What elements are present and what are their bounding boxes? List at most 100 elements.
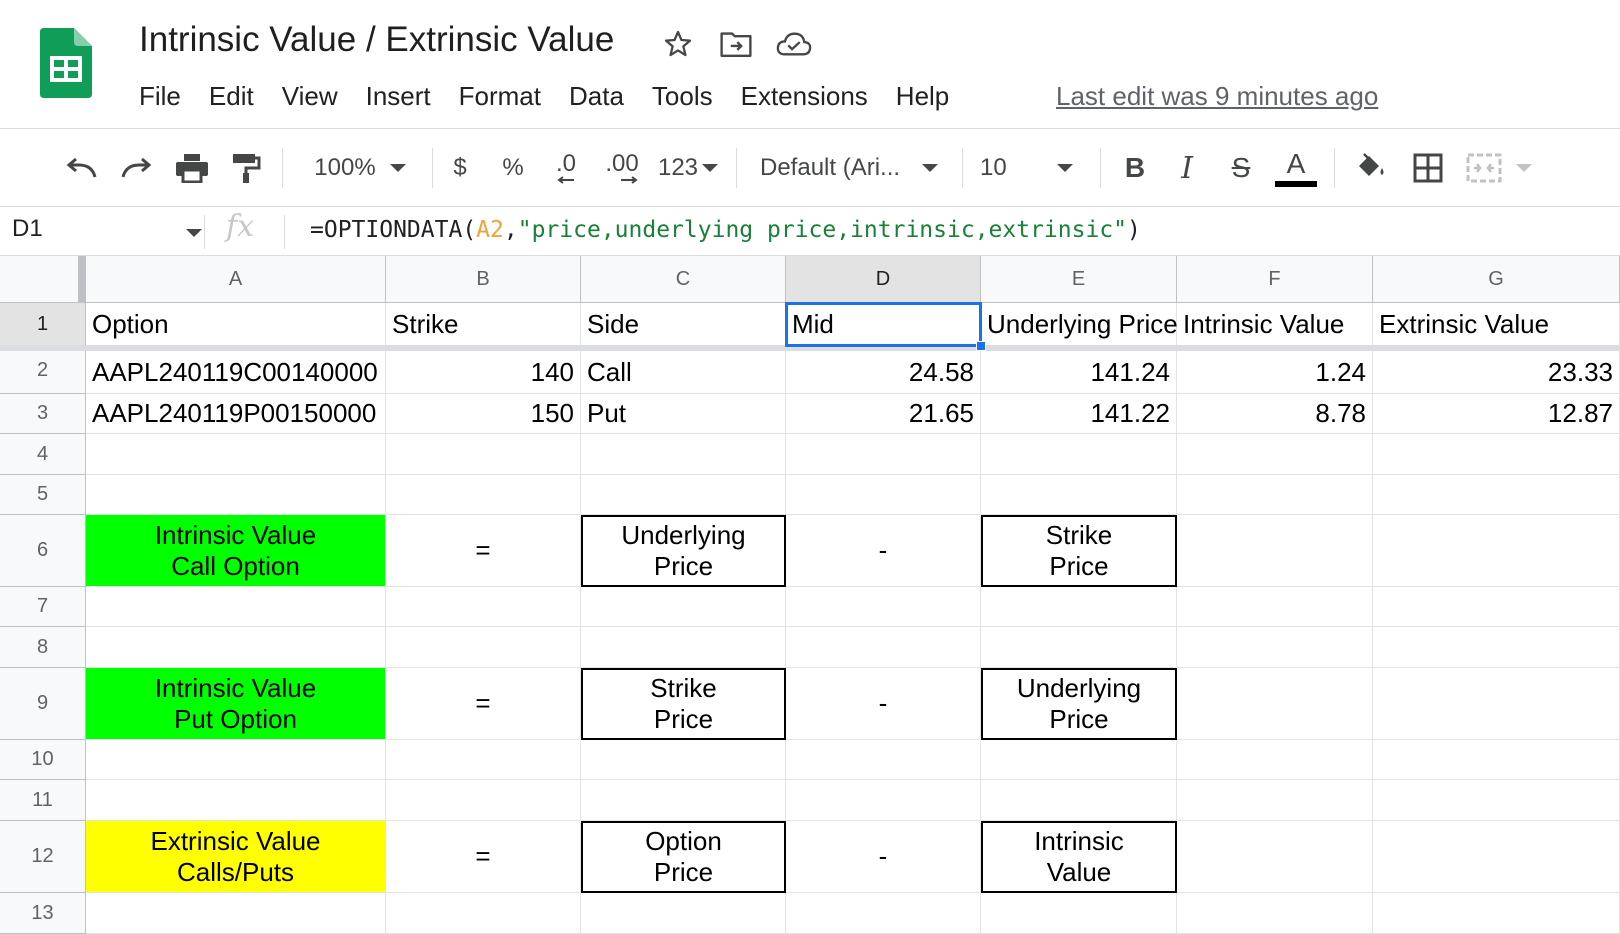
cell-f6[interactable] (1177, 515, 1373, 587)
cell-f1[interactable]: Intrinsic Value (1177, 303, 1373, 347)
column-header-f[interactable]: F (1177, 256, 1373, 303)
column-header-a[interactable]: A (86, 256, 386, 303)
menu-file[interactable]: File (139, 81, 181, 112)
cell-g6[interactable] (1373, 515, 1620, 587)
row-header-9[interactable]: 9 (0, 668, 86, 740)
cell-b3[interactable]: 150 (386, 394, 581, 434)
redo-icon[interactable] (114, 140, 158, 196)
cell-e13[interactable] (981, 893, 1177, 934)
cell-a10[interactable] (86, 740, 386, 780)
cell-e8[interactable] (981, 627, 1177, 668)
cell-b2[interactable]: 140 (386, 351, 581, 394)
cell-a9[interactable]: Intrinsic Value Put Option (86, 668, 386, 740)
cell-e9[interactable]: Underlying Price (981, 668, 1177, 740)
row-header-4[interactable]: 4 (0, 434, 86, 475)
cell-g11[interactable] (1373, 780, 1620, 821)
select-all-corner[interactable] (0, 256, 86, 303)
row-header-12[interactable]: 12 (0, 821, 86, 893)
cell-d1[interactable]: Mid (786, 303, 981, 347)
cell-f3[interactable]: 8.78 (1177, 394, 1373, 434)
cell-c12[interactable]: Option Price (581, 821, 786, 893)
cell-a12[interactable]: Extrinsic Value Calls/Puts (86, 821, 386, 893)
cell-b4[interactable] (386, 434, 581, 475)
cell-f11[interactable] (1177, 780, 1373, 821)
cell-g5[interactable] (1373, 475, 1620, 515)
cell-d9[interactable]: - (786, 668, 981, 740)
cell-b9[interactable]: = (386, 668, 581, 740)
row-header-10[interactable]: 10 (0, 740, 86, 780)
cell-c8[interactable] (581, 627, 786, 668)
cell-c13[interactable] (581, 893, 786, 934)
row-header-2[interactable]: 2 (0, 347, 86, 394)
borders-icon[interactable] (1406, 140, 1450, 196)
row-header-7[interactable]: 7 (0, 587, 86, 627)
cell-d5[interactable] (786, 475, 981, 515)
cell-c4[interactable] (581, 434, 786, 475)
cell-d4[interactable] (786, 434, 981, 475)
cell-d11[interactable] (786, 780, 981, 821)
strikethrough-button[interactable]: S (1220, 140, 1262, 196)
cell-a5[interactable] (86, 475, 386, 515)
cell-a2[interactable]: AAPL240119C00140000 (86, 351, 386, 394)
cell-b8[interactable] (386, 627, 581, 668)
chevron-down-icon[interactable] (186, 229, 202, 237)
row-header-5[interactable]: 5 (0, 475, 86, 515)
cell-f13[interactable] (1177, 893, 1373, 934)
cell-g7[interactable] (1373, 587, 1620, 627)
cell-c3[interactable]: Put (581, 394, 786, 434)
cell-c11[interactable] (581, 780, 786, 821)
cell-c5[interactable] (581, 475, 786, 515)
cell-g1[interactable]: Extrinsic Value (1373, 303, 1620, 347)
star-icon[interactable] (656, 24, 700, 64)
cell-c7[interactable] (581, 587, 786, 627)
currency-format-button[interactable]: $ (446, 140, 474, 196)
cell-b10[interactable] (386, 740, 581, 780)
move-to-folder-icon[interactable] (714, 24, 758, 64)
fill-color-icon[interactable] (1350, 140, 1394, 196)
menu-tools[interactable]: Tools (652, 81, 713, 112)
zoom-select[interactable]: 100% (300, 140, 420, 196)
cell-e11[interactable] (981, 780, 1177, 821)
document-title[interactable]: Intrinsic Value / Extrinsic Value (139, 20, 614, 60)
cell-a6[interactable]: Intrinsic Value Call Option (86, 515, 386, 587)
cell-f12[interactable] (1177, 821, 1373, 893)
cloud-saved-icon[interactable] (772, 24, 816, 64)
cell-c2[interactable]: Call (581, 351, 786, 394)
formula-input[interactable]: =OPTIONDATA(A2,"price,underlying price,i… (310, 217, 1141, 243)
row-header-8[interactable]: 8 (0, 627, 86, 668)
cell-d10[interactable] (786, 740, 981, 780)
cell-a7[interactable] (86, 587, 386, 627)
column-header-d[interactable]: D (786, 256, 981, 303)
menu-data[interactable]: Data (569, 81, 624, 112)
cell-a4[interactable] (86, 434, 386, 475)
paint-format-icon[interactable] (224, 140, 268, 196)
cell-f9[interactable] (1177, 668, 1373, 740)
cell-g8[interactable] (1373, 627, 1620, 668)
cell-g2[interactable]: 23.33 (1373, 351, 1620, 394)
cell-e4[interactable] (981, 434, 1177, 475)
cell-a3[interactable]: AAPL240119P00150000 (86, 394, 386, 434)
font-family-select[interactable]: Default (Ari... (760, 140, 950, 196)
row-header-11[interactable]: 11 (0, 780, 86, 821)
last-edit-link[interactable]: Last edit was 9 minutes ago (1056, 78, 1378, 114)
cell-e5[interactable] (981, 475, 1177, 515)
column-header-g[interactable]: G (1373, 256, 1620, 303)
cell-d3[interactable]: 21.65 (786, 394, 981, 434)
cell-g10[interactable] (1373, 740, 1620, 780)
fill-handle[interactable] (976, 341, 986, 351)
row-header-3[interactable]: 3 (0, 394, 86, 434)
row-header-6[interactable]: 6 (0, 515, 86, 587)
cell-f8[interactable] (1177, 627, 1373, 668)
more-formats-button[interactable]: 123 (654, 140, 722, 196)
cell-d13[interactable] (786, 893, 981, 934)
menu-view[interactable]: View (282, 81, 338, 112)
cell-b11[interactable] (386, 780, 581, 821)
cell-a11[interactable] (86, 780, 386, 821)
cell-b1[interactable]: Strike (386, 303, 581, 347)
cell-e10[interactable] (981, 740, 1177, 780)
cell-e12[interactable]: Intrinsic Value (981, 821, 1177, 893)
cell-g3[interactable]: 12.87 (1373, 394, 1620, 434)
menu-help[interactable]: Help (896, 81, 949, 112)
column-header-c[interactable]: C (581, 256, 786, 303)
menu-extensions[interactable]: Extensions (741, 81, 868, 112)
